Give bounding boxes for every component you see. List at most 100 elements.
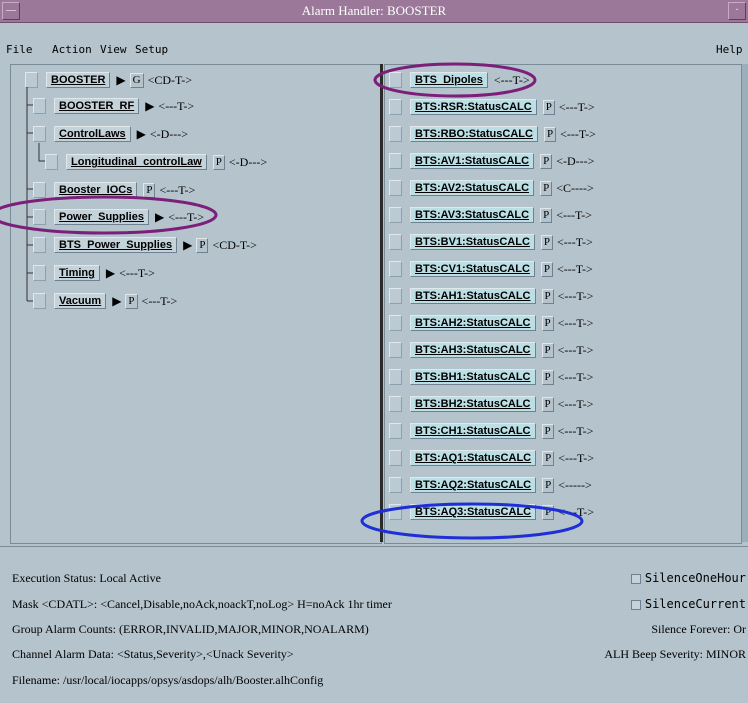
channel-row[interactable]: BTS:AV3:StatusCALC P <---T-> (389, 204, 592, 226)
ack-button[interactable] (389, 315, 402, 331)
channel-label[interactable]: BTS:AV1:StatusCALC (410, 153, 535, 169)
channel-label[interactable]: BTS:AH3:StatusCALC (410, 342, 536, 358)
vertical-scrollbar[interactable] (742, 64, 748, 542)
ack-button[interactable] (389, 504, 402, 520)
channel-row[interactable]: BTS:AV1:StatusCALC P <-D---> (389, 150, 594, 172)
group-label[interactable]: Power_Supplies (54, 209, 149, 225)
ack-button[interactable] (389, 369, 402, 385)
menu-help[interactable]: Help (716, 43, 743, 56)
channel-label[interactable]: BTS:BH1:StatusCALC (410, 369, 536, 385)
process-button[interactable]: P (196, 237, 209, 253)
group-row-booster-iocs[interactable]: Booster_IOCs P <---T-> (33, 179, 195, 201)
channel-row[interactable]: BTS_Dipoles <---T-> (389, 69, 530, 91)
channel-label[interactable]: BTS:RBO:StatusCALC (410, 126, 538, 142)
menu-file[interactable]: File (6, 43, 33, 56)
channel-label[interactable]: BTS:CH1:StatusCALC (410, 423, 536, 439)
channel-label[interactable]: BTS:RSR:StatusCALC (410, 99, 537, 115)
group-row-timing[interactable]: Timing ▶ <---T-> (33, 262, 155, 284)
expand-arrow-icon[interactable]: ▶ (106, 266, 115, 281)
process-button[interactable]: P (541, 342, 554, 358)
group-row-controllaws[interactable]: ControlLaws ▶ <-D---> (33, 123, 188, 145)
process-button[interactable]: P (541, 396, 554, 412)
process-button[interactable]: P (543, 126, 557, 142)
silence-one-hour-toggle[interactable]: SilenceOneHour (630, 571, 746, 585)
channel-label[interactable]: BTS:AV3:StatusCALC (410, 207, 535, 223)
channel-label[interactable]: BTS:BV1:StatusCALC (410, 234, 535, 250)
expand-arrow-icon[interactable]: ▶ (137, 127, 146, 142)
channel-label[interactable]: BTS:AQ3:StatusCALC (410, 504, 537, 520)
guidance-button[interactable]: G (129, 72, 144, 88)
group-label[interactable]: ControlLaws (54, 126, 131, 142)
process-button[interactable]: P (125, 293, 138, 309)
group-row-vacuum[interactable]: Vacuum ▶ P <---T-> (33, 290, 177, 312)
group-row-bts-power-supplies[interactable]: BTS_Power_Supplies ▶ P <CD-T-> (33, 234, 257, 256)
ack-button[interactable] (389, 234, 402, 250)
group-row-booster-rf[interactable]: BOOSTER_RF ▶ <---T-> (33, 95, 194, 117)
expand-arrow-icon[interactable]: ▶ (112, 294, 121, 309)
group-label[interactable]: Vacuum (54, 293, 107, 309)
group-row-longitudinal[interactable]: Longitudinal_controlLaw P <-D---> (45, 151, 267, 173)
group-label[interactable]: Longitudinal_controlLaw (66, 154, 207, 170)
channel-label[interactable]: BTS:BH2:StatusCALC (410, 396, 536, 412)
process-button[interactable]: P (541, 315, 554, 331)
ack-button[interactable] (389, 153, 402, 169)
expand-arrow-icon[interactable]: ▶ (145, 99, 154, 114)
ack-button[interactable] (389, 99, 402, 115)
channel-label[interactable]: BTS:AH2:StatusCALC (410, 315, 536, 331)
group-label[interactable]: BOOSTER_RF (54, 98, 140, 114)
channel-row[interactable]: BTS:CH1:StatusCALC P <---T-> (389, 420, 593, 442)
channel-row[interactable]: BTS:AH1:StatusCALC P <---T-> (389, 285, 593, 307)
ack-button[interactable] (389, 207, 402, 223)
channel-row[interactable]: BTS:BV1:StatusCALC P <---T-> (389, 231, 593, 253)
channel-label[interactable]: BTS:AV2:StatusCALC (410, 180, 535, 196)
channel-row[interactable]: BTS:AV2:StatusCALC P <C----> (389, 177, 594, 199)
process-button[interactable]: P (541, 288, 554, 304)
minimize-icon[interactable]: · (728, 2, 746, 20)
channel-label[interactable]: BTS:CV1:StatusCALC (410, 261, 535, 277)
channel-label[interactable]: BTS_Dipoles (410, 72, 488, 88)
channel-row[interactable]: BTS:RBO:StatusCALC P <---T-> (389, 123, 596, 145)
ack-button[interactable] (389, 342, 402, 358)
process-button[interactable]: P (540, 207, 553, 223)
process-button[interactable]: P (542, 504, 555, 520)
process-button[interactable]: P (542, 477, 555, 493)
pane-divider[interactable] (380, 64, 383, 542)
expand-arrow-icon[interactable]: ▶ (155, 210, 164, 225)
ack-button[interactable] (389, 72, 402, 88)
group-label[interactable]: Timing (54, 265, 100, 281)
menu-setup[interactable]: Setup (135, 43, 168, 56)
channel-label[interactable]: BTS:AQ1:StatusCALC (410, 450, 537, 466)
process-button[interactable]: P (541, 369, 554, 385)
group-row-power-supplies[interactable]: Power_Supplies ▶ <---T-> (33, 206, 204, 228)
channel-row[interactable]: BTS:BH2:StatusCALC P <---T-> (389, 393, 593, 415)
ack-button[interactable] (389, 396, 402, 412)
channel-label[interactable]: BTS:AH1:StatusCALC (410, 288, 536, 304)
channel-row[interactable]: BTS:AH2:StatusCALC P <---T-> (389, 312, 593, 334)
process-button[interactable]: P (540, 153, 553, 169)
ack-button[interactable] (389, 261, 402, 277)
process-button[interactable]: P (143, 182, 156, 198)
expand-arrow-icon[interactable]: ▶ (116, 73, 125, 88)
channel-row[interactable]: BTS:AQ1:StatusCALC P <---T-> (389, 447, 594, 469)
menu-action[interactable]: Action (52, 43, 92, 56)
group-label[interactable]: Booster_IOCs (54, 182, 138, 198)
channel-row[interactable]: BTS:BH1:StatusCALC P <---T-> (389, 366, 593, 388)
group-label[interactable]: BTS_Power_Supplies (54, 237, 178, 253)
ack-button[interactable] (389, 477, 402, 493)
channel-row[interactable]: BTS:RSR:StatusCALC P <---T-> (389, 96, 595, 118)
channel-row[interactable]: BTS:AQ2:StatusCALC P <-----> (389, 474, 592, 496)
channel-row[interactable]: BTS:CV1:StatusCALC P <---T-> (389, 258, 593, 280)
channel-row[interactable]: BTS:AQ3:StatusCALC P <---T-> (389, 501, 594, 523)
ack-button[interactable] (389, 126, 402, 142)
title-bar[interactable]: — Alarm Handler: BOOSTER · (0, 0, 748, 23)
expand-arrow-icon[interactable]: ▶ (183, 238, 192, 253)
process-button[interactable]: P (540, 180, 553, 196)
channel-row[interactable]: BTS:AH3:StatusCALC P <---T-> (389, 339, 593, 361)
process-button[interactable]: P (540, 261, 554, 277)
process-button[interactable]: P (540, 234, 554, 250)
process-button[interactable]: P (542, 99, 555, 115)
ack-button[interactable] (389, 450, 402, 466)
ack-button[interactable] (389, 288, 402, 304)
process-button[interactable]: P (212, 154, 225, 170)
menu-view[interactable]: View (100, 43, 127, 56)
